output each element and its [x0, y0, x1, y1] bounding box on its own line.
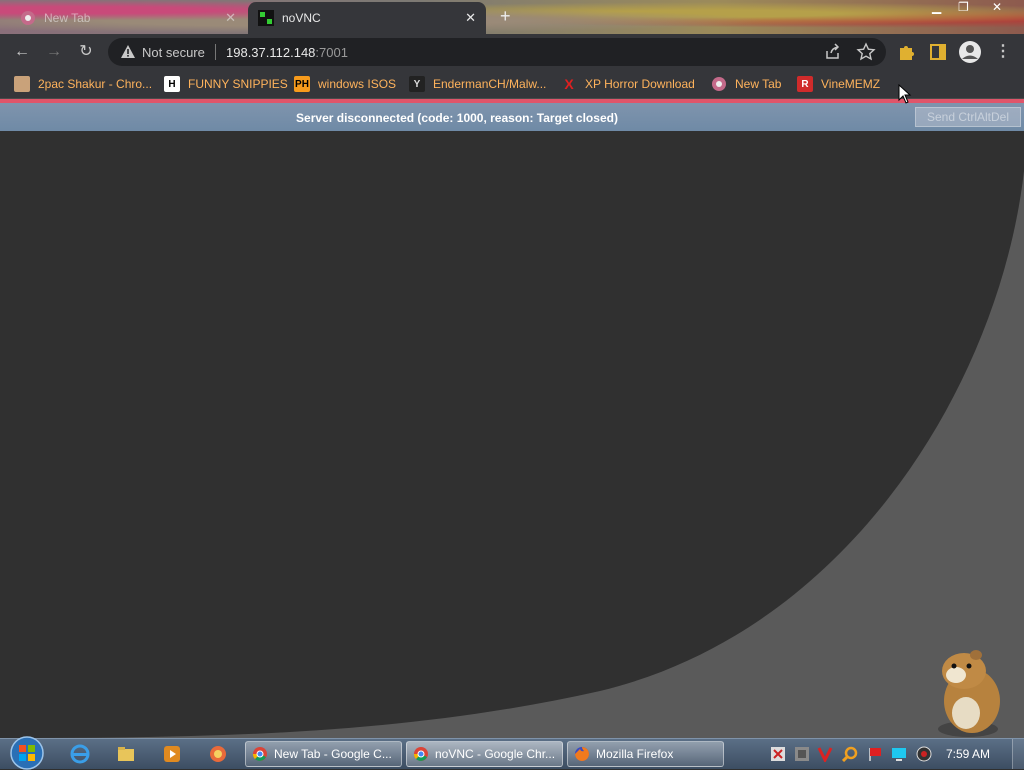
chrome-icon	[252, 747, 267, 761]
restore-icon[interactable]: ❐	[958, 0, 969, 14]
taskbar-item-new-tab[interactable]: New Tab - Google C...	[245, 741, 402, 767]
bookmark-item[interactable]: R VineMEMZ	[797, 76, 880, 92]
chrome-icon	[413, 747, 428, 761]
warning-icon	[121, 45, 135, 58]
address-bar[interactable]: Not secure 198.37.112.148:7001	[108, 38, 886, 66]
bookmark-star-icon[interactable]	[856, 42, 876, 62]
close-icon[interactable]: ✕	[465, 10, 476, 26]
store-icon	[14, 76, 30, 92]
bookmark-item[interactable]: H FUNNY SNIPPIES	[164, 76, 288, 92]
new-tab-button[interactable]: +	[500, 6, 511, 27]
browser-toolbar: ← → ↻ Not secure 198.37.112.148:7001 ⋮	[0, 34, 1024, 70]
desktop-wallpaper	[0, 131, 1024, 738]
profile-avatar-icon[interactable]	[958, 40, 982, 64]
extensions-puzzle-icon[interactable]	[897, 43, 915, 61]
reload-icon[interactable]: ↻	[76, 42, 96, 62]
page-content: Server disconnected (code: 1000, reason:…	[0, 99, 1024, 738]
tray-flag-icon[interactable]	[867, 746, 883, 762]
app-pinned-icon[interactable]	[208, 744, 228, 764]
taskbar-clock[interactable]: 7:59 AM	[946, 747, 990, 761]
bookmarks-bar: 2pac Shakur - Chro... H FUNNY SNIPPIES P…	[0, 70, 1024, 99]
close-icon[interactable]: ✕	[225, 10, 236, 26]
tray-v-icon[interactable]	[817, 746, 833, 762]
remote-desktop-canvas[interactable]	[0, 131, 1024, 738]
bookmark-item[interactable]: New Tab	[711, 76, 781, 92]
minimize-icon[interactable]: ▁	[932, 0, 941, 14]
mouse-cursor-icon	[898, 84, 912, 104]
tray-shield-icon[interactable]	[770, 746, 786, 762]
taskbar-item-firefox[interactable]: Mozilla Firefox	[567, 741, 724, 767]
h-icon: H	[164, 76, 180, 92]
tab-new-tab[interactable]: New Tab ✕	[10, 2, 246, 34]
globe-icon	[712, 77, 726, 91]
bookmark-item[interactable]: X XP Horror Download	[561, 76, 695, 92]
bookmark-item[interactable]: 2pac Shakur - Chro...	[14, 76, 152, 92]
bookmark-item[interactable]: Y EndermanCH/Malw...	[409, 76, 546, 92]
taskbar-item-novnc[interactable]: noVNC - Google Chr...	[406, 741, 563, 767]
vnc-status-bar: Server disconnected (code: 1000, reason:…	[0, 99, 1024, 131]
send-ctrl-alt-del-button[interactable]: Send CtrlAltDel	[915, 107, 1021, 127]
yt-icon: Y	[409, 76, 425, 92]
file-explorer-icon[interactable]	[116, 744, 136, 764]
tab-title: New Tab	[44, 11, 91, 25]
r-icon: R	[797, 76, 813, 92]
internet-explorer-icon[interactable]	[70, 744, 90, 764]
share-icon[interactable]	[824, 43, 842, 61]
firefox-icon	[575, 747, 589, 761]
forward-arrow-icon[interactable]: →	[44, 42, 64, 62]
start-button[interactable]	[10, 736, 44, 770]
windows-taskbar: New Tab - Google C... noVNC - Google Chr…	[0, 736, 1024, 770]
back-arrow-icon[interactable]: ←	[12, 42, 32, 62]
address-separator	[215, 44, 216, 60]
security-label[interactable]: Not secure	[142, 45, 205, 60]
tab-strip: New Tab ✕ noVNC ✕ + ▁ ❐ ✕	[0, 0, 1024, 34]
x-icon: X	[564, 76, 574, 92]
tray-search-icon[interactable]	[842, 746, 858, 762]
tray-display-icon[interactable]	[891, 746, 907, 762]
hamster-icon	[938, 650, 1000, 737]
menu-kebab-icon[interactable]: ⋮	[993, 42, 1013, 62]
window-close-icon[interactable]: ✕	[992, 0, 1002, 14]
globe-icon	[21, 11, 35, 25]
url-text[interactable]: 198.37.112.148:7001	[226, 45, 348, 60]
novnc-icon	[258, 10, 274, 26]
show-desktop-button[interactable]	[1012, 739, 1024, 769]
media-player-icon[interactable]	[162, 744, 182, 764]
side-panel-icon[interactable]	[929, 43, 947, 61]
tab-novnc[interactable]: noVNC ✕	[248, 2, 486, 34]
tab-title: noVNC	[282, 11, 321, 25]
vnc-status-message: Server disconnected (code: 1000, reason:…	[296, 111, 618, 125]
tray-network-icon[interactable]	[794, 746, 810, 762]
ph-icon: PH	[294, 76, 310, 92]
bookmark-item[interactable]: PH windows ISOS	[294, 76, 396, 92]
tray-volume-icon[interactable]	[916, 746, 932, 762]
